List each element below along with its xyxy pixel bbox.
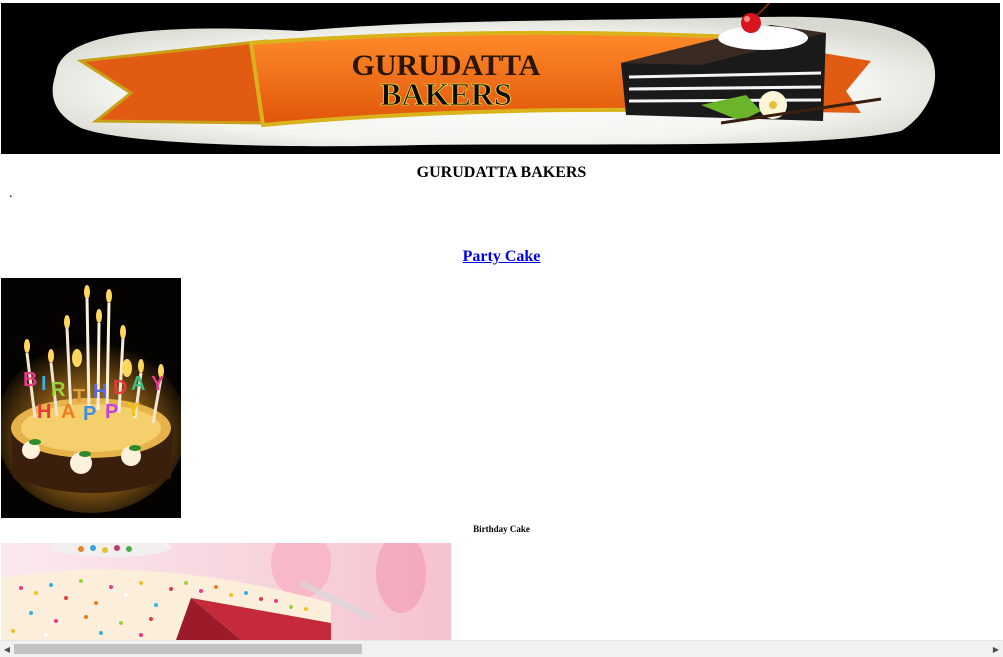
svg-text:H: H [37, 401, 51, 423]
svg-text:A: A [131, 373, 145, 395]
header-banner: GURUDATTA BAKERS [1, 3, 1000, 154]
horizontal-scrollbar[interactable]: ◀ ▶ [0, 640, 1003, 657]
scroll-left-icon[interactable]: ◀ [0, 641, 14, 657]
svg-text:R: R [51, 379, 66, 401]
birthday-cake-image[interactable]: B I R T H D A Y H A P P Y [1, 278, 181, 518]
svg-text:H: H [93, 381, 107, 403]
category-heading: Party Cake [0, 248, 1003, 266]
svg-text:P: P [105, 401, 118, 423]
svg-text:Y: Y [151, 373, 165, 395]
svg-text:B: B [23, 369, 37, 391]
product-caption: Birthday Cake [473, 524, 530, 534]
banner-line2: BAKERS [380, 76, 512, 112]
dot-text: . [9, 186, 13, 201]
sprinkles-cake-image[interactable] [1, 543, 451, 640]
svg-text:P: P [83, 403, 96, 425]
party-cake-link[interactable]: Party Cake [463, 248, 541, 265]
page-title: GURUDATTA BAKERS [416, 164, 587, 181]
scrollbar-thumb[interactable] [14, 644, 362, 654]
svg-text:D: D [113, 377, 127, 399]
svg-text:Y: Y [127, 399, 141, 421]
svg-text:I: I [41, 373, 47, 395]
scroll-right-icon[interactable]: ▶ [989, 641, 1003, 657]
svg-text:A: A [61, 401, 75, 423]
banner-logo: GURUDATTA BAKERS [1, 3, 1000, 154]
